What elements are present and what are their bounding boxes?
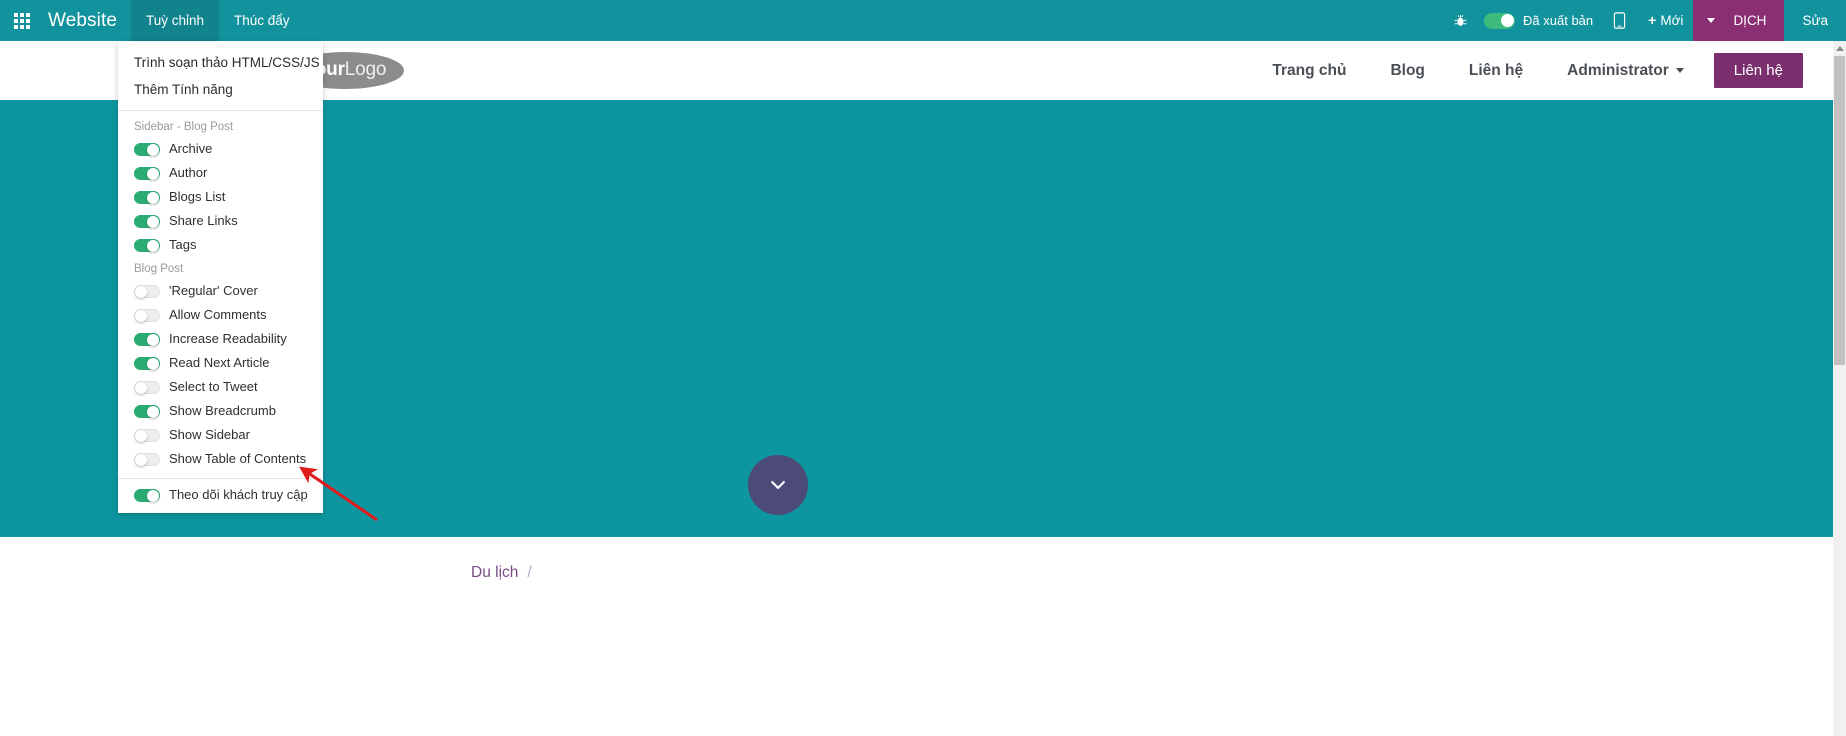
option-label-show-sidebar: Show Sidebar (169, 427, 250, 443)
toggle-blogs-list[interactable] (134, 191, 160, 204)
toggle-select-to-tweet[interactable] (134, 381, 160, 394)
option-show-sidebar[interactable]: Show Sidebar (118, 423, 323, 447)
option-select-to-tweet[interactable]: Select to Tweet (118, 375, 323, 399)
new-button[interactable]: + Mới (1638, 0, 1693, 41)
option-label-select-to-tweet: Select to Tweet (169, 379, 258, 395)
option-read-next-article[interactable]: Read Next Article (118, 351, 323, 375)
menu-item-html-css-js-editor[interactable]: Trình soạn thảo HTML/CSS/JS (118, 49, 323, 76)
edit-button[interactable]: Sửa (1784, 0, 1846, 41)
chevron-down-icon (768, 475, 788, 495)
breadcrumb: Du lịch / (471, 564, 532, 582)
toggle-tags[interactable] (134, 239, 160, 252)
toggle-author[interactable] (134, 167, 160, 180)
scrollbar-thumb[interactable] (1833, 55, 1846, 366)
odoo-backend-topbar: Website Tuỳ chỉnh Thúc đẩy Đã xuất bản (0, 0, 1846, 41)
option-archive[interactable]: Archive (118, 137, 323, 161)
logo-text-light: Logo (345, 59, 386, 80)
menu-divider-footer (118, 478, 323, 479)
option-regular-cover[interactable]: 'Regular' Cover (118, 279, 323, 303)
nav-user-label: Administrator (1567, 62, 1669, 80)
option-label-show-breadcrumb: Show Breadcrumb (169, 403, 276, 419)
group-title-blog-post: Blog Post (118, 257, 323, 279)
breadcrumb-band: Du lịch / (0, 537, 1833, 736)
group-title-sidebar-blog-post: Sidebar - Blog Post (118, 115, 323, 137)
option-tags[interactable]: Tags (118, 233, 323, 257)
nav-item-home[interactable]: Trang chủ (1250, 62, 1368, 80)
toggle-increase-readability[interactable] (134, 333, 160, 346)
option-label-author: Author (169, 165, 207, 181)
website-main-nav: Trang chủ Blog Liên hệ Administrator Liê… (1250, 41, 1803, 100)
option-label-regular-cover: 'Regular' Cover (169, 283, 258, 299)
toggle-visitor-tracking[interactable] (134, 489, 160, 502)
apps-grid-icon[interactable] (0, 0, 44, 41)
breadcrumb-item-travel[interactable]: Du lịch (471, 564, 518, 582)
nav-item-contact[interactable]: Liên hệ (1447, 62, 1545, 80)
page-scrollbar[interactable] (1833, 41, 1846, 736)
topbar-menu-promote[interactable]: Thúc đẩy (219, 0, 305, 41)
toggle-show-table-of-contents[interactable] (134, 453, 160, 466)
bug-glyph (1453, 13, 1468, 28)
toggle-regular-cover[interactable] (134, 285, 160, 298)
grid-apps-icon (14, 13, 30, 29)
chevron-down-icon (1676, 68, 1684, 73)
option-show-breadcrumb[interactable]: Show Breadcrumb (118, 399, 323, 423)
publish-toggle[interactable]: Đã xuất bản (1480, 0, 1601, 41)
nav-user-menu[interactable]: Administrator (1545, 62, 1698, 80)
mobile-preview-icon[interactable] (1601, 0, 1638, 41)
option-label-increase-readability: Increase Readability (169, 331, 287, 347)
option-increase-readability[interactable]: Increase Readability (118, 327, 323, 351)
plus-icon: + (1648, 12, 1656, 28)
option-label-allow-comments: Allow Comments (169, 307, 267, 323)
breadcrumb-separator: / (527, 564, 531, 582)
option-label-archive: Archive (169, 141, 212, 157)
option-share-links[interactable]: Share Links (118, 209, 323, 233)
option-label-show-table-of-contents: Show Table of Contents (169, 451, 306, 467)
customize-dropdown-menu: Trình soạn thảo HTML/CSS/JS Thêm Tính nă… (118, 41, 323, 513)
option-blogs-list[interactable]: Blogs List (118, 185, 323, 209)
bug-icon[interactable] (1441, 0, 1480, 41)
new-button-label: Mới (1660, 13, 1683, 28)
option-label-visitor-tracking: Theo dõi khách truy cập (169, 487, 308, 503)
option-allow-comments[interactable]: Allow Comments (118, 303, 323, 327)
option-visitor-tracking[interactable]: Theo dõi khách truy cập (118, 483, 323, 507)
option-label-read-next-article: Read Next Article (169, 355, 269, 371)
toggle-share-links[interactable] (134, 215, 160, 228)
toggle-show-breadcrumb[interactable] (134, 405, 160, 418)
toggle-show-sidebar[interactable] (134, 429, 160, 442)
toggle-read-next-article[interactable] (134, 357, 160, 370)
app-brand-website[interactable]: Website (44, 0, 131, 41)
scroll-up-arrow-icon[interactable] (1833, 41, 1846, 55)
translate-button[interactable]: DỊCH (1727, 0, 1784, 41)
chevron-down-icon (1707, 18, 1715, 23)
option-author[interactable]: Author (118, 161, 323, 185)
menu-divider (118, 110, 323, 111)
option-label-blogs-list: Blogs List (169, 189, 225, 205)
toggle-archive[interactable] (134, 143, 160, 156)
menu-item-add-feature[interactable]: Thêm Tính năng (118, 76, 323, 103)
publish-switch-track[interactable] (1484, 13, 1515, 29)
scroll-down-button[interactable] (748, 455, 808, 515)
option-label-share-links: Share Links (169, 213, 238, 229)
topbar-menu-customize[interactable]: Tuỳ chỉnh (131, 0, 219, 41)
nav-item-blog[interactable]: Blog (1368, 62, 1446, 80)
option-show-table-of-contents[interactable]: Show Table of Contents (118, 447, 323, 471)
option-label-tags: Tags (169, 237, 196, 253)
contact-cta-button[interactable]: Liên hệ (1714, 53, 1803, 88)
translate-dropdown-caret[interactable] (1693, 0, 1727, 41)
toggle-allow-comments[interactable] (134, 309, 160, 322)
mobile-glyph (1613, 12, 1626, 29)
publish-status-label: Đã xuất bản (1523, 13, 1593, 28)
topbar-right-group: Đã xuất bản + Mới DỊCH Sửa (1441, 0, 1846, 41)
